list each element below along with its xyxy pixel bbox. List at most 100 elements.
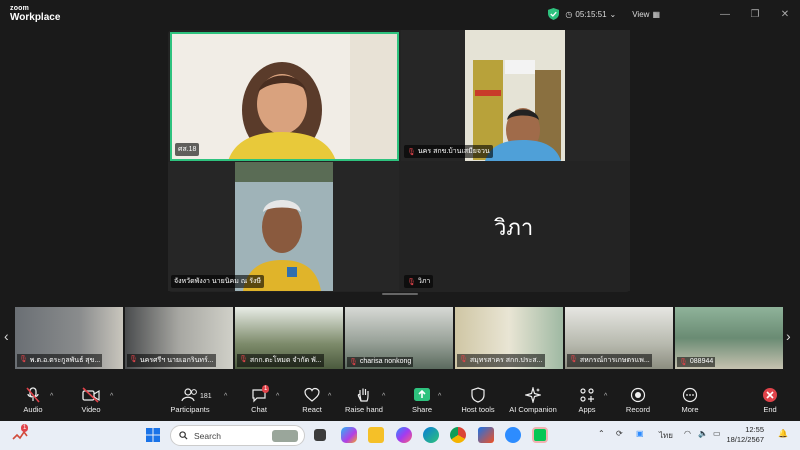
notification-bell-icon[interactable]: 🔔 bbox=[778, 429, 788, 438]
chevron-up-icon[interactable]: ⌃ bbox=[598, 429, 605, 438]
end-button[interactable]: End bbox=[758, 387, 782, 414]
participants-button[interactable]: Participants bbox=[168, 387, 212, 414]
view-label: View bbox=[632, 9, 650, 19]
raise-hand-button[interactable]: Raise hand bbox=[344, 387, 384, 414]
video-tile[interactable]: วิภา 🎙 วิภา bbox=[401, 162, 630, 291]
zoom-tray-icon[interactable]: ▣ bbox=[636, 429, 644, 438]
meeting-timer[interactable]: ◷ 05:15:51 ⌄ bbox=[565, 10, 616, 19]
thumbnail-tile[interactable]: 🎙 นครศรีฯ นายเอกรินทร์... bbox=[125, 307, 233, 369]
view-button[interactable]: View ▦ bbox=[632, 10, 660, 19]
audio-options-caret[interactable]: ^ bbox=[50, 393, 53, 400]
chevron-right-icon[interactable]: › bbox=[786, 328, 791, 344]
windows-icon bbox=[146, 428, 160, 442]
store-icon[interactable] bbox=[478, 427, 494, 443]
share-label: Share bbox=[411, 405, 432, 414]
brand-top: zoom bbox=[10, 5, 30, 12]
ai-companion-button[interactable]: AI Companion bbox=[506, 387, 560, 414]
end-icon bbox=[763, 388, 777, 402]
thumbnail-tile[interactable]: 🎙 สมุทรสาคร สกก.ประส... bbox=[455, 307, 563, 369]
video-tile[interactable]: ศส.18 bbox=[170, 32, 399, 161]
participant-name-tag: ศส.18 bbox=[175, 143, 200, 156]
minimize-button[interactable]: — bbox=[710, 9, 740, 20]
close-window-button[interactable]: ✕ bbox=[770, 9, 800, 20]
record-label: Record bbox=[625, 405, 651, 414]
widgets-icon[interactable]: 1 bbox=[12, 424, 29, 443]
share-button[interactable]: Share bbox=[410, 387, 434, 414]
record-icon bbox=[630, 387, 646, 403]
mic-muted-icon: 🎙 bbox=[407, 278, 416, 286]
meeting-toolbar: Audio ^ Video ^ Participants 181 ^ 1 Cha… bbox=[0, 383, 800, 420]
resize-handle[interactable] bbox=[382, 293, 418, 295]
search-placeholder: Search bbox=[194, 430, 221, 441]
edge-icon[interactable] bbox=[423, 427, 439, 443]
thumbnail-tile[interactable]: 🎙 สกก.ตะโหมด จำกัด พั... bbox=[235, 307, 343, 369]
participants-count: 181 bbox=[200, 393, 212, 400]
grid-icon: ▦ bbox=[652, 9, 660, 19]
chat-button[interactable]: 1 Chat bbox=[248, 385, 270, 414]
title-bar: zoom Workplace ◷ 05:15:51 ⌄ View ▦ — ❐ ✕ bbox=[0, 0, 800, 28]
speaker-icon[interactable]: 🔈 bbox=[698, 429, 708, 438]
chat-options-caret[interactable]: ^ bbox=[276, 393, 279, 400]
zoom-window: zoom Workplace ◷ 05:15:51 ⌄ View ▦ — ❐ ✕ bbox=[0, 0, 800, 450]
mic-muted-icon: 🎙 bbox=[129, 356, 138, 363]
participant-name-tag: 🎙 วิภา bbox=[404, 275, 434, 288]
more-icon bbox=[682, 387, 698, 403]
mic-muted-icon: 🎙 bbox=[459, 356, 468, 363]
windows-taskbar: 1 Search ⌃ ⟳ ▣ ไทย ◠ 🔈 ▭ 12:55 18/12/256… bbox=[0, 421, 800, 450]
apps-options-caret[interactable]: ^ bbox=[604, 393, 607, 400]
timer-value: 05:15:51 bbox=[575, 9, 607, 19]
battery-icon[interactable]: ▭ bbox=[713, 429, 721, 438]
zoom-app-icon[interactable] bbox=[505, 427, 521, 443]
more-button[interactable]: More bbox=[678, 387, 702, 414]
shield-icon bbox=[471, 387, 485, 403]
react-options-caret[interactable]: ^ bbox=[328, 393, 331, 400]
participant-display-name: วิภา bbox=[494, 215, 534, 240]
clock-icon: ◷ bbox=[565, 9, 573, 19]
ai-companion-label: AI Companion bbox=[509, 405, 557, 414]
thumbnail-tile[interactable]: 🎙 088944 bbox=[675, 307, 783, 369]
video-options-caret[interactable]: ^ bbox=[110, 393, 113, 400]
audio-button[interactable]: Audio bbox=[18, 387, 48, 414]
maximize-button[interactable]: ❐ bbox=[740, 9, 770, 20]
heart-icon bbox=[304, 387, 320, 402]
taskbar-search[interactable]: Search bbox=[170, 425, 305, 446]
video-tile[interactable]: จังหวัดพังงา นายนิคม ณ รังษี bbox=[168, 162, 399, 291]
share-screen-icon bbox=[414, 388, 430, 401]
host-tools-button[interactable]: Host tools bbox=[458, 387, 498, 414]
thumbnail-tile[interactable]: 🎙 สหกรณ์การเกษตรแพ... bbox=[565, 307, 673, 369]
participant-name-tag: 🎙 charisa nonkong bbox=[347, 357, 414, 367]
participant-name-tag: 🎙 นครศรีฯ นายเอกรินทร์... bbox=[127, 354, 216, 367]
apps-button[interactable]: Apps bbox=[576, 387, 598, 414]
host-tools-label: Host tools bbox=[461, 405, 495, 414]
participants-options-caret[interactable]: ^ bbox=[224, 393, 227, 400]
chat-badge: 1 bbox=[262, 385, 270, 393]
mic-muted-icon: 🎙 bbox=[239, 356, 248, 363]
task-view-icon[interactable] bbox=[314, 429, 326, 441]
sync-icon[interactable]: ⟳ bbox=[616, 429, 623, 438]
clock-time: 12:55 bbox=[745, 425, 764, 434]
chrome-icon[interactable] bbox=[450, 427, 466, 443]
wifi-icon[interactable]: ◠ bbox=[684, 429, 691, 438]
participant-name-tag: 🎙 สกก.ตะโหมด จำกัด พั... bbox=[237, 354, 324, 367]
thumbnail-tile[interactable]: 🎙 charisa nonkong bbox=[345, 307, 453, 369]
video-tile[interactable]: 🎙 นคร สกข.บ้านเสมียจวน bbox=[401, 30, 630, 161]
language-indicator[interactable]: ไทย bbox=[659, 429, 673, 442]
chevron-left-icon[interactable]: ‹ bbox=[4, 328, 9, 344]
mic-muted-icon bbox=[26, 387, 40, 403]
record-button[interactable]: Record bbox=[624, 387, 652, 414]
share-options-caret[interactable]: ^ bbox=[438, 393, 441, 400]
react-button[interactable]: React bbox=[300, 387, 324, 414]
line-app-icon[interactable] bbox=[532, 427, 548, 443]
messenger-icon[interactable] bbox=[396, 427, 412, 443]
start-button[interactable] bbox=[146, 428, 160, 442]
thumbnail-tile[interactable]: 🎙 พ.ต.อ.ตระกูลพันธ์ สุข... bbox=[15, 307, 123, 369]
participant-name-tag: 🎙 นคร สกข.บ้านเสมียจวน bbox=[404, 145, 493, 158]
file-explorer-icon[interactable] bbox=[368, 427, 384, 443]
participant-name-tag: 🎙 สหกรณ์การเกษตรแพ... bbox=[567, 354, 652, 367]
video-button[interactable]: Video bbox=[76, 387, 106, 414]
raise-hand-options-caret[interactable]: ^ bbox=[382, 393, 385, 400]
copilot-icon[interactable] bbox=[341, 427, 357, 443]
sparkle-icon bbox=[525, 387, 541, 403]
shield-icon[interactable] bbox=[548, 8, 560, 20]
system-clock[interactable]: 12:55 18/12/2567 bbox=[726, 425, 764, 445]
